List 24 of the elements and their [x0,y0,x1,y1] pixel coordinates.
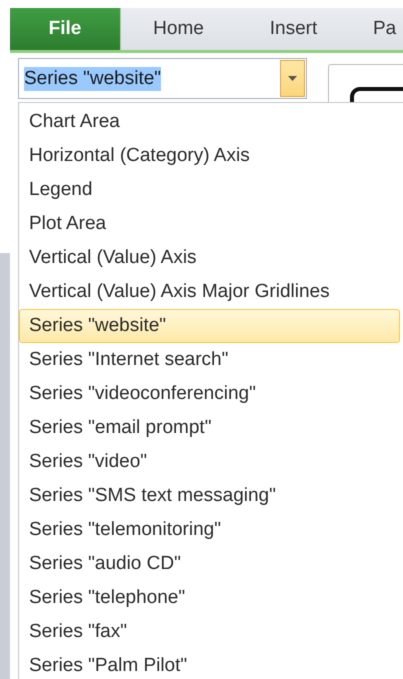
dropdown-item[interactable]: Vertical (Value) Axis [19,241,400,275]
dropdown-item[interactable]: Legend [19,173,400,207]
dropdown-item[interactable]: Series "Internet search" [19,343,400,377]
dropdown-item[interactable]: Series "telemonitoring" [19,513,400,547]
dropdown-item[interactable]: Series "SMS text messaging" [19,479,400,513]
chart-element-dropdown[interactable]: Series "website" [18,58,307,99]
dropdown-item[interactable]: Chart Area [19,105,400,139]
dropdown-item[interactable]: Series "fax" [19,615,400,649]
caret-icon [288,76,297,81]
dropdown-item[interactable]: Series "videoconferencing" [19,377,400,411]
ribbon-tab[interactable]: Insert [236,8,351,50]
ribbon-tab[interactable]: Home [121,8,236,50]
dropdown-item[interactable]: Series "video" [19,445,400,479]
dropdown-button[interactable] [280,60,305,97]
ribbon-tab[interactable]: Pa [351,8,396,50]
dropdown-item[interactable]: Vertical (Value) Axis Major Gridlines [19,275,400,309]
ribbon-tab[interactable]: File [10,8,121,50]
dropdown-item[interactable]: Series "telephone" [19,581,400,615]
dropdown-item[interactable]: Series "website" [19,309,400,343]
dropdown-item[interactable]: Horizontal (Category) Axis [19,139,400,173]
dropdown-item[interactable]: Plot Area [19,207,400,241]
dropdown-item[interactable]: Series "Palm Pilot" [19,649,400,679]
dropdown-item[interactable]: Series "email prompt" [19,411,400,445]
dropdown-item[interactable]: Series "audio CD" [19,547,400,581]
